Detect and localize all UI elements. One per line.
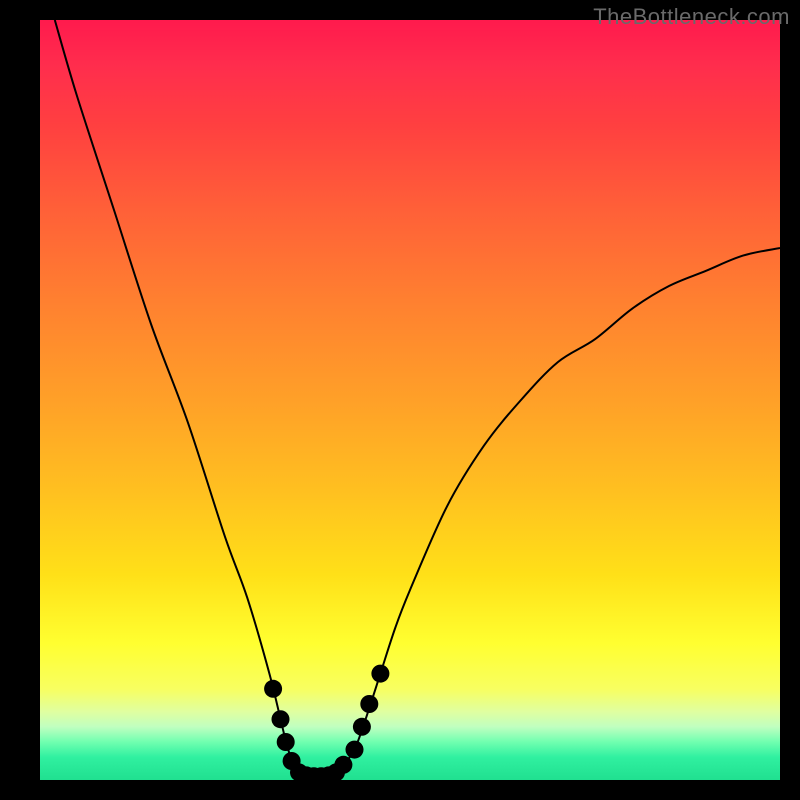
data-dot <box>360 695 378 713</box>
data-dot <box>334 756 352 774</box>
curve-layer <box>40 20 780 780</box>
data-dot <box>264 680 282 698</box>
data-dot <box>371 665 389 683</box>
data-dot <box>277 733 295 751</box>
data-dot <box>272 710 290 728</box>
bottleneck-curve <box>55 20 780 776</box>
chart-frame: TheBottleneck.com <box>0 0 800 800</box>
plot-area <box>40 20 780 780</box>
data-dot <box>353 718 371 736</box>
data-dot <box>346 741 364 759</box>
data-dots <box>264 665 389 780</box>
watermark-text: TheBottleneck.com <box>593 4 790 30</box>
